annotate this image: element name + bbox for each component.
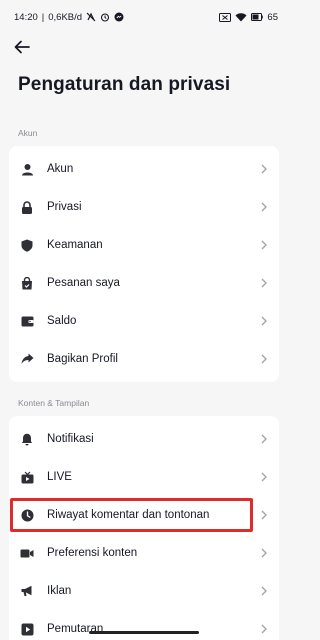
page-title: Pengaturan dan privasi [18, 74, 231, 95]
arrow-left-icon [14, 40, 30, 54]
wallet-icon [19, 313, 35, 329]
settings-item-pesanan-saya[interactable]: Pesanan saya [9, 264, 279, 302]
chevron-right-icon [259, 432, 269, 446]
battery-percent: 65 [267, 11, 278, 23]
settings-item-label: Saldo [47, 315, 77, 327]
settings-item-label: Riwayat komentar dan tontonan [47, 509, 210, 521]
chevron-right-icon [259, 470, 269, 484]
settings-item-akun[interactable]: Akun [9, 150, 279, 188]
chevron-right-icon [259, 352, 269, 366]
chevron-right-icon [259, 622, 269, 636]
settings-item-bagikan-profil[interactable]: Bagikan Profil [9, 340, 279, 378]
settings-item-live[interactable]: LIVE [9, 458, 279, 496]
shopping-bag-icon [19, 275, 35, 291]
settings-card-konten-tampilan: Notifikasi LIVE Riwayat komentar dan ton… [9, 416, 279, 640]
settings-item-pemutaran[interactable]: Pemutaran [9, 610, 279, 640]
person-icon [19, 161, 35, 177]
clock-icon [19, 507, 35, 523]
settings-item-label: Iklan [47, 585, 72, 597]
chevron-right-icon [259, 162, 269, 176]
chevron-right-icon [259, 546, 269, 560]
settings-item-label: Privasi [47, 201, 82, 213]
chevron-right-icon [259, 276, 269, 290]
battery-icon [251, 13, 264, 21]
back-button[interactable] [12, 37, 32, 57]
settings-item-iklan[interactable]: Iklan [9, 572, 279, 610]
settings-item-preferensi-konten[interactable]: Preferensi konten [9, 534, 279, 572]
section-header-akun: Akun [18, 128, 38, 138]
status-bar: 14:20 | 0,6KB/d 65 [0, 0, 288, 34]
wifi-icon [235, 12, 247, 22]
settings-item-notifikasi[interactable]: Notifikasi [9, 420, 279, 458]
settings-item-label: Akun [47, 163, 74, 175]
bell-icon [19, 431, 35, 447]
shield-icon [19, 237, 35, 253]
status-left: 14:20 | 0,6KB/d [14, 12, 124, 23]
settings-item-label: Bagikan Profil [47, 353, 118, 365]
live-icon [19, 469, 35, 485]
status-right: 65 [219, 12, 278, 23]
settings-item-label: Notifikasi [47, 433, 94, 445]
settings-item-saldo[interactable]: Saldo [9, 302, 279, 340]
share-icon [19, 351, 35, 367]
settings-item-label: Preferensi konten [47, 547, 138, 559]
data-saver-icon [86, 12, 96, 22]
section-header-konten-tampilan: Konten & Tampilan [18, 398, 90, 408]
settings-item-riwayat[interactable]: Riwayat komentar dan tontonan [9, 496, 279, 534]
settings-item-label: Keamanan [47, 239, 103, 251]
settings-item-privasi[interactable]: Privasi [9, 188, 279, 226]
alarm-icon [100, 12, 110, 22]
status-time: 14:20 [14, 11, 38, 23]
chevron-right-icon [259, 200, 269, 214]
chevron-right-icon [259, 584, 269, 598]
settings-item-label: Pesanan saya [47, 277, 120, 289]
lock-icon [19, 199, 35, 215]
megaphone-icon [19, 583, 35, 599]
video-camera-icon [19, 545, 35, 561]
play-icon [19, 621, 35, 637]
chevron-right-icon [259, 508, 269, 522]
settings-item-keamanan[interactable]: Keamanan [9, 226, 279, 264]
status-separator: | [41, 11, 45, 23]
chevron-right-icon [259, 314, 269, 328]
status-network-speed: 0,6KB/d [48, 11, 83, 23]
settings-card-akun: Akun Privasi Keamanan Pesanan saya Saldo [9, 146, 279, 382]
settings-item-label: LIVE [47, 471, 72, 483]
top-nav [0, 34, 288, 60]
home-indicator[interactable] [89, 631, 199, 634]
sim-off-icon [219, 12, 232, 22]
chevron-right-icon [259, 238, 269, 252]
messenger-icon [114, 12, 124, 22]
